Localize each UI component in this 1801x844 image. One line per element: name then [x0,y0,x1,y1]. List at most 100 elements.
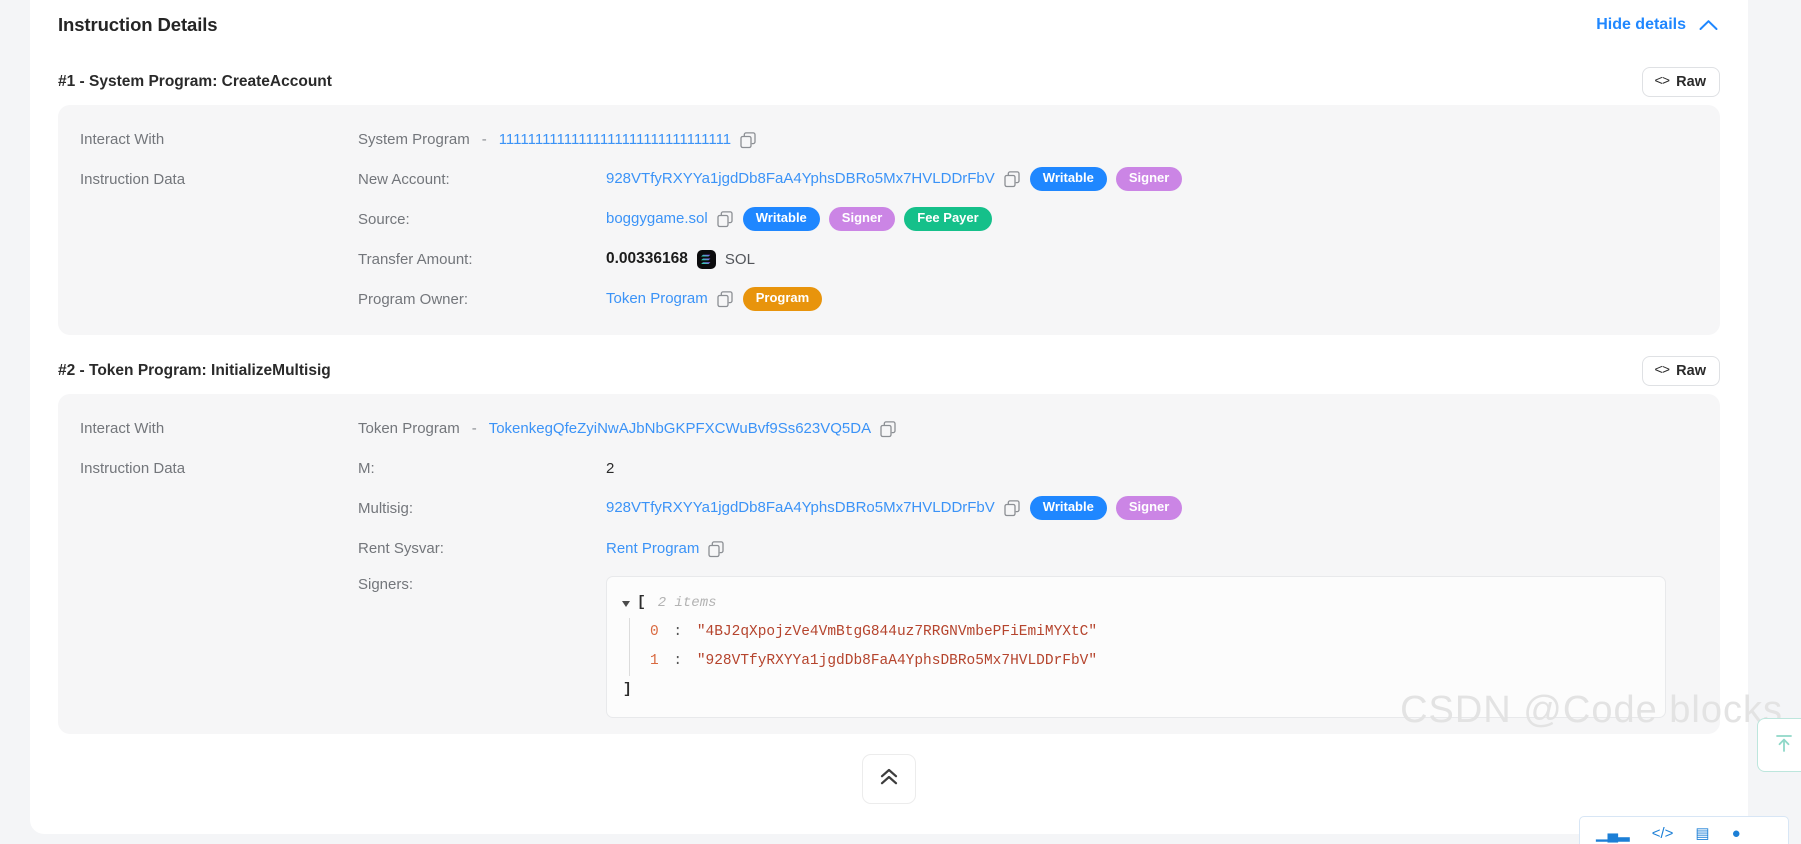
row-key-signers: Signers: [358,576,414,593]
instruction-details-card: Instruction Details Hide details #1 - Sy… [30,0,1748,834]
status-badge-signer: Signer [828,207,896,231]
arrow-up-to-line-icon [1773,732,1795,759]
m-value: 2 [606,459,615,477]
status-badge-signer: Signer [1115,167,1183,191]
multisig-address-link[interactable]: 928VTfyRXYYa1jgdDb8FaA4YphsDBRo5Mx7HVLDD… [606,499,995,516]
new-account-address-link[interactable]: 928VTfyRXYYa1jgdDb8FaA4YphsDBRo5Mx7HVLDD… [606,170,995,187]
hide-details-toggle[interactable]: Hide details [1596,16,1720,34]
copy-icon[interactable] [717,291,734,308]
table-icon[interactable]: ▤ [1695,824,1709,842]
row-key-rent-sysvar: Rent Sysvar: [358,539,444,557]
status-badge-signer: Signer [1115,496,1183,520]
label-interact-with: Interact With [80,419,165,437]
row-key-transfer-amount: Transfer Amount: [358,250,473,268]
chart-bar-icon[interactable]: ▁▄▂ [1596,824,1630,842]
instruction-2-labels: Interact With Instruction Data [58,408,358,718]
double-chevron-up-icon [877,767,901,792]
label-interact-with: Interact With [80,130,165,148]
user-icon[interactable]: ● [1732,825,1741,842]
program-owner-link[interactable]: Token Program [606,290,708,307]
collapse-all-button[interactable] [862,754,916,804]
triangle-toggle-icon[interactable] [622,600,630,607]
code-brackets-icon: <> [1654,74,1670,90]
row-key-new-account: New Account: [358,170,450,188]
json-entries: 0 : "4BJ2qXpojzVe4VmBtgG844uz7RRGNVmbePF… [629,618,1651,676]
raw-button-label: Raw [1676,362,1706,379]
label-instruction-data: Instruction Data [80,170,186,188]
json-entry-index: 0 [650,624,659,640]
instruction-1-rows: System Program - 11111111111111111111111… [358,119,1720,319]
row-key-multisig: Multisig: [358,499,414,517]
row-rent-sysvar: Rent Sysvar: Rent Program [358,528,1720,568]
instruction-1-header: #1 - System Program: CreateAccount <> Ra… [58,63,1720,101]
json-entry-value: "928VTfyRXYYa1jgdDb8FaA4YphsDBRo5Mx7HVLD… [696,653,1098,669]
solana-logo-icon [696,249,716,269]
row-m: M: 2 [358,448,1720,488]
instruction-2-rows: Token Program - TokenkegQfeZyiNwAJbNbGKP… [358,408,1720,718]
json-colon: : [673,624,683,640]
row-transfer-amount: Transfer Amount: 0.00336168 SOL [358,239,1720,279]
scroll-to-top-button[interactable] [1757,718,1801,772]
program-name-1: System Program [358,130,470,148]
program-address-link-2[interactable]: TokenkegQfeZyiNwAJbNbGKPFXCWuBvf9Ss623VQ… [489,420,871,437]
interact-with-row-2: Token Program - TokenkegQfeZyiNwAJbNbGKP… [358,408,1720,448]
json-items-count: 2 items [657,595,717,611]
status-badge-fee-payer: Fee Payer [904,207,992,231]
json-root-line: [ 2 items [622,589,1651,618]
row-multisig: Multisig: 928VTfyRXYYa1jgdDb8FaA4YphsDBR… [358,488,1720,528]
row-signers: Signers: [ 2 items 0 : "4BJ2qXpojzVe4VmB… [358,568,1720,718]
row-key-m: M: [358,459,375,477]
row-new-account: New Account: 928VTfyRXYYa1jgdDb8FaA4Yphs… [358,159,1720,199]
row-source: Source: boggygame.sol Writable Signer Fe… [358,199,1720,239]
status-badge-writable: Writable [1029,496,1107,520]
hide-details-label: Hide details [1596,16,1686,33]
row-key-program-owner: Program Owner: [358,290,469,308]
copy-icon[interactable] [880,420,897,438]
signers-json-viewer[interactable]: [ 2 items 0 : "4BJ2qXpojzVe4VmBtgG844uz7… [606,576,1666,718]
copy-icon[interactable] [740,131,757,149]
json-open-bracket: [ [637,595,646,611]
status-badge-writable: Writable [1029,167,1107,191]
source-address-link[interactable]: boggygame.sol [606,210,708,227]
program-address-link-1[interactable]: 11111111111111111111111111111111 [499,131,731,148]
instruction-2-title: #2 - Token Program: InitializeMultisig [58,362,331,379]
row-program-owner: Program Owner: Token Program Program [358,279,1720,319]
raw-button-label: Raw [1676,73,1706,90]
instruction-2-panel: Interact With Instruction Data Token Pro… [58,394,1720,734]
instruction-1-labels: Interact With Instruction Data [58,119,358,319]
card-header: Instruction Details Hide details [58,4,1720,46]
code-icon[interactable]: </> [1652,825,1674,842]
interact-with-row-1: System Program - 11111111111111111111111… [358,119,1720,159]
transfer-amount-value: 0.00336168 [606,250,688,267]
status-badge-program: Program [742,287,823,311]
chevron-up-icon [1699,19,1718,31]
raw-button-1[interactable]: <> Raw [1642,66,1720,98]
instruction-1-title: #1 - System Program: CreateAccount [58,73,332,90]
json-entry-value: "4BJ2qXpojzVe4VmBtgG844uz7RRGNVmbePFiEmi… [696,624,1098,640]
page-root: Instruction Details Hide details #1 - Sy… [0,0,1801,844]
copy-icon[interactable] [1004,171,1021,188]
rent-program-link[interactable]: Rent Program [606,540,699,557]
copy-icon[interactable] [717,211,734,228]
json-entry: 1 : "928VTfyRXYYa1jgdDb8FaA4YphsDBRo5Mx7… [650,647,1651,676]
instruction-2-header: #2 - Token Program: InitializeMultisig <… [58,352,1720,390]
page-title: Instruction Details [58,14,218,35]
json-colon: : [673,653,683,669]
copy-icon[interactable] [1004,500,1021,517]
row-key-source: Source: [358,210,410,228]
bottom-toolbar[interactable]: ▁▄▂ </> ▤ ● [1579,816,1789,844]
status-badge-writable: Writable [742,207,820,231]
json-entry: 0 : "4BJ2qXpojzVe4VmBtgG844uz7RRGNVmbePF… [650,618,1651,647]
json-close-bracket: ] [623,682,632,698]
collapse-section [58,754,1720,804]
label-instruction-data: Instruction Data [80,459,186,477]
copy-icon[interactable] [708,540,725,558]
separator-dash-2: - [471,419,477,437]
json-entry-index: 1 [650,653,659,669]
code-brackets-icon: <> [1654,363,1670,379]
raw-button-2[interactable]: <> Raw [1642,355,1720,387]
program-name-2: Token Program [358,419,460,437]
transfer-amount-unit: SOL [724,250,755,268]
instruction-1-panel: Interact With Instruction Data System Pr… [58,105,1720,335]
separator-dash-1: - [481,130,487,148]
